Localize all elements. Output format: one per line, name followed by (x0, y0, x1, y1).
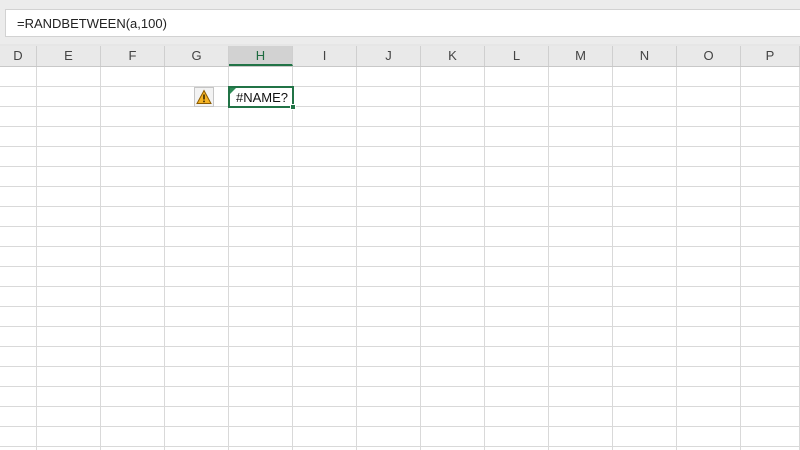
cell-value: #NAME? (236, 90, 289, 105)
formula-text: =RANDBETWEEN(a,100) (17, 16, 167, 31)
column-header-e[interactable]: E (37, 46, 101, 66)
cell-grid[interactable]: #NAME? (0, 67, 800, 450)
grid-line-horizontal (0, 306, 800, 307)
grid-line-horizontal (0, 206, 800, 207)
spreadsheet-window: =RANDBETWEEN(a,100) DEFGHIJKLMNOP #NAME? (0, 0, 800, 450)
grid-line-vertical (100, 67, 101, 450)
grid-line-vertical (228, 67, 229, 450)
grid-line-horizontal (0, 446, 800, 447)
column-header-g[interactable]: G (165, 46, 229, 66)
column-header-i[interactable]: I (293, 46, 357, 66)
warning-icon (196, 89, 212, 104)
active-cell-h[interactable]: #NAME? (228, 86, 294, 108)
grid-line-horizontal (0, 146, 800, 147)
grid-line-vertical (740, 67, 741, 450)
column-header-o[interactable]: O (677, 46, 741, 66)
grid-line-horizontal (0, 126, 800, 127)
grid-line-horizontal (0, 386, 800, 387)
grid-line-horizontal (0, 366, 800, 367)
grid-line-horizontal (0, 406, 800, 407)
grid-line-vertical (676, 67, 677, 450)
grid-line-vertical (612, 67, 613, 450)
grid-line-horizontal (0, 106, 800, 107)
grid-line-vertical (164, 67, 165, 450)
formula-input[interactable]: =RANDBETWEEN(a,100) (5, 9, 800, 37)
grid-line-vertical (292, 67, 293, 450)
formula-bar: =RANDBETWEEN(a,100) (0, 0, 800, 44)
column-header-p[interactable]: P (741, 46, 800, 66)
grid-line-horizontal (0, 86, 800, 87)
grid-line-horizontal (0, 166, 800, 167)
column-header-n[interactable]: N (613, 46, 677, 66)
column-header-f[interactable]: F (101, 46, 165, 66)
column-header-m[interactable]: M (549, 46, 613, 66)
grid-line-vertical (36, 67, 37, 450)
column-header-h[interactable]: H (229, 46, 293, 66)
grid-line-horizontal (0, 226, 800, 227)
column-header-k[interactable]: K (421, 46, 485, 66)
grid-line-horizontal (0, 266, 800, 267)
grid-line-vertical (484, 67, 485, 450)
grid-line-vertical (356, 67, 357, 450)
grid-line-horizontal (0, 286, 800, 287)
column-header-l[interactable]: L (485, 46, 549, 66)
column-header-d[interactable]: D (0, 46, 37, 66)
error-warning-button[interactable] (194, 87, 214, 107)
grid-line-vertical (420, 67, 421, 450)
grid-line-horizontal (0, 246, 800, 247)
grid-line-vertical (548, 67, 549, 450)
grid-line-horizontal (0, 186, 800, 187)
column-header-row: DEFGHIJKLMNOP (0, 46, 800, 67)
grid-line-horizontal (0, 346, 800, 347)
grid-line-horizontal (0, 326, 800, 327)
fill-handle[interactable] (290, 104, 296, 110)
grid-line-horizontal (0, 426, 800, 427)
column-header-j[interactable]: J (357, 46, 421, 66)
